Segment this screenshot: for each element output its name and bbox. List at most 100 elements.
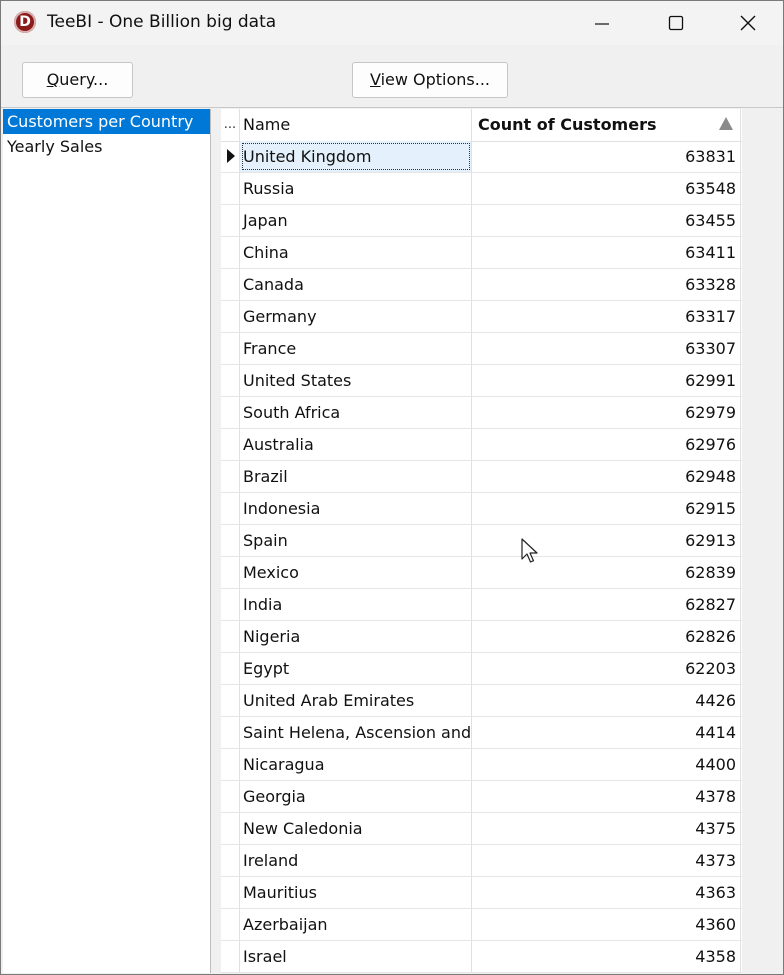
table-row[interactable]: Georgia 4378 — [221, 781, 742, 813]
cell-name[interactable]: China — [240, 237, 472, 268]
cell-name[interactable]: Mexico — [240, 557, 472, 588]
row-indicator[interactable] — [221, 653, 240, 684]
query-button[interactable]: Query... — [22, 62, 133, 98]
cell-count[interactable]: 62915 — [473, 493, 741, 524]
minimize-button[interactable] — [567, 1, 637, 45]
cell-name[interactable]: France — [240, 333, 472, 364]
row-indicator[interactable] — [221, 589, 240, 620]
cell-name[interactable]: Nigeria — [240, 621, 472, 652]
row-indicator[interactable] — [221, 365, 240, 396]
close-button[interactable] — [713, 1, 783, 45]
cell-name[interactable]: South Africa — [240, 397, 472, 428]
cell-count[interactable]: 62976 — [473, 429, 741, 460]
cell-name[interactable]: Ireland — [240, 845, 472, 876]
table-row[interactable]: China 63411 — [221, 237, 742, 269]
cell-name[interactable]: New Caledonia — [240, 813, 472, 844]
table-row[interactable]: Israel 4358 — [221, 941, 742, 973]
table-row[interactable]: Mexico 62839 — [221, 557, 742, 589]
row-indicator[interactable] — [221, 301, 240, 332]
cell-count[interactable]: 62991 — [473, 365, 741, 396]
cell-name[interactable]: Georgia — [240, 781, 472, 812]
cell-count[interactable]: 4400 — [473, 749, 741, 780]
cell-count[interactable]: 63328 — [473, 269, 741, 300]
row-indicator[interactable] — [221, 749, 240, 780]
query-item-yearly-sales[interactable]: Yearly Sales — [3, 134, 210, 159]
cell-name[interactable]: India — [240, 589, 472, 620]
cell-count[interactable]: 62839 — [473, 557, 741, 588]
row-indicator[interactable] — [221, 557, 240, 588]
view-options-button[interactable]: View Options... — [352, 62, 508, 98]
table-row[interactable]: New Caledonia 4375 — [221, 813, 742, 845]
cell-name[interactable]: United Kingdom — [240, 141, 472, 172]
table-row[interactable]: Nigeria 62826 — [221, 621, 742, 653]
cell-name[interactable]: Azerbaijan — [240, 909, 472, 940]
row-indicator[interactable] — [221, 813, 240, 844]
table-row[interactable]: United Arab Emirates 4426 — [221, 685, 742, 717]
cell-count[interactable]: 4363 — [473, 877, 741, 908]
cell-count[interactable]: 63307 — [473, 333, 741, 364]
table-row[interactable]: Spain 62913 — [221, 525, 742, 557]
cell-name[interactable]: Egypt — [240, 653, 472, 684]
title-bar[interactable]: D TeeBI - One Billion big data — [1, 1, 783, 45]
table-row[interactable]: Saint Helena, Ascension and Tristan da C… — [221, 717, 742, 749]
table-row[interactable]: United Kingdom 63831 — [221, 141, 742, 173]
row-indicator[interactable] — [221, 941, 240, 972]
table-row[interactable]: Australia 62976 — [221, 429, 742, 461]
cell-count[interactable]: 62203 — [473, 653, 741, 684]
query-item-customers-per-country[interactable]: Customers per Country — [3, 109, 210, 134]
row-indicator[interactable] — [221, 429, 240, 460]
cell-count[interactable]: 63411 — [473, 237, 741, 268]
row-indicator[interactable] — [221, 269, 240, 300]
cell-count[interactable]: 4358 — [473, 941, 741, 972]
table-row[interactable]: Azerbaijan 4360 — [221, 909, 742, 941]
row-indicator[interactable] — [221, 237, 240, 268]
cell-count[interactable]: 4360 — [473, 909, 741, 940]
row-indicator[interactable] — [221, 397, 240, 428]
cell-name[interactable]: United States — [240, 365, 472, 396]
cell-name[interactable]: Israel — [240, 941, 472, 972]
cell-count[interactable]: 63455 — [473, 205, 741, 236]
table-row[interactable]: France 63307 — [221, 333, 742, 365]
table-row[interactable]: Germany 63317 — [221, 301, 742, 333]
table-row[interactable]: Ireland 4373 — [221, 845, 742, 877]
cell-name[interactable]: Mauritius — [240, 877, 472, 908]
cell-count[interactable]: 62913 — [473, 525, 741, 556]
maximize-button[interactable] — [641, 1, 711, 45]
cell-name[interactable]: Indonesia — [240, 493, 472, 524]
table-row[interactable]: Egypt 62203 — [221, 653, 742, 685]
table-row[interactable]: Indonesia 62915 — [221, 493, 742, 525]
column-header-count[interactable]: Count of Customers — [473, 109, 741, 141]
row-indicator[interactable] — [221, 621, 240, 652]
cell-count[interactable]: 63831 — [473, 141, 741, 172]
row-indicator[interactable] — [221, 173, 240, 204]
table-row[interactable]: United States 62991 — [221, 365, 742, 397]
row-indicator[interactable] — [221, 525, 240, 556]
row-indicator[interactable] — [221, 493, 240, 524]
cell-name[interactable]: Spain — [240, 525, 472, 556]
row-indicator[interactable] — [221, 461, 240, 492]
table-row[interactable]: Japan 63455 — [221, 205, 742, 237]
row-indicator[interactable] — [221, 781, 240, 812]
data-grid[interactable]: ... Name Count of Customers United Kingd… — [221, 109, 742, 973]
table-row[interactable]: Mauritius 4363 — [221, 877, 742, 909]
row-indicator[interactable] — [221, 141, 240, 172]
cell-name[interactable]: Russia — [240, 173, 472, 204]
table-row[interactable]: India 62827 — [221, 589, 742, 621]
table-row[interactable]: Canada 63328 — [221, 269, 742, 301]
row-indicator[interactable] — [221, 205, 240, 236]
indicator-column-header[interactable]: ... — [221, 109, 240, 141]
cell-count[interactable]: 4426 — [473, 685, 741, 716]
cell-count[interactable]: 4378 — [473, 781, 741, 812]
row-indicator[interactable] — [221, 909, 240, 940]
cell-name[interactable]: Canada — [240, 269, 472, 300]
cell-count[interactable]: 63548 — [473, 173, 741, 204]
row-indicator[interactable] — [221, 717, 240, 748]
cell-count[interactable]: 62827 — [473, 589, 741, 620]
cell-count[interactable]: 4373 — [473, 845, 741, 876]
table-row[interactable]: Brazil 62948 — [221, 461, 742, 493]
cell-count[interactable]: 4414 — [473, 717, 741, 748]
cell-count[interactable]: 63317 — [473, 301, 741, 332]
table-row[interactable]: South Africa 62979 — [221, 397, 742, 429]
row-indicator[interactable] — [221, 877, 240, 908]
row-indicator[interactable] — [221, 845, 240, 876]
